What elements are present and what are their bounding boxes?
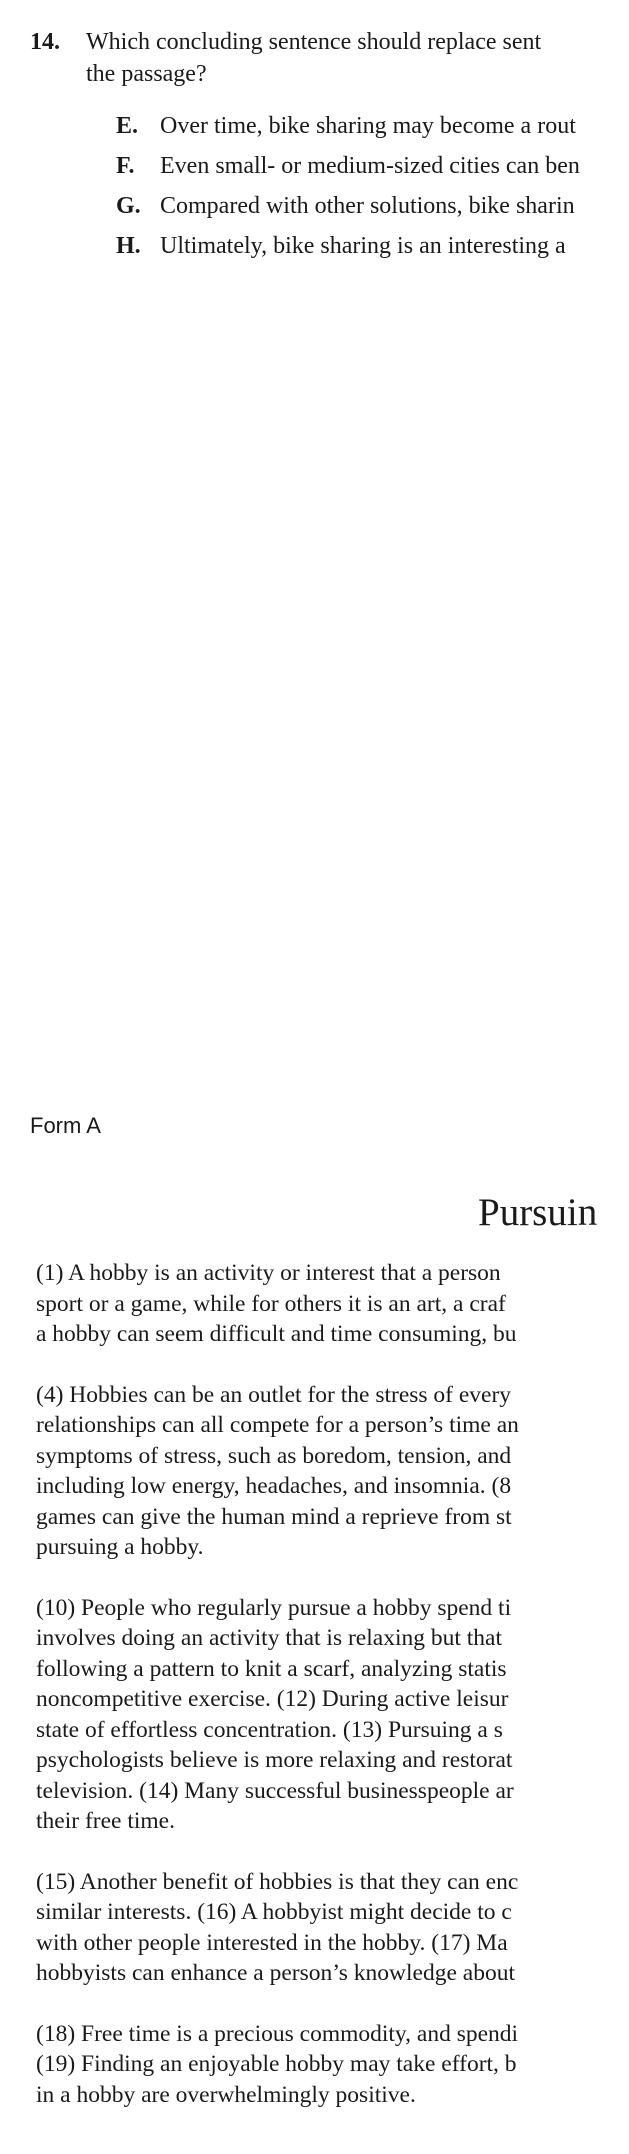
passage-line: a hobby can seem difficult and time cons…	[36, 1321, 517, 1347]
form-label: Form A	[30, 1113, 101, 1138]
passage-line: symptoms of stress, such as boredom, ten…	[36, 1442, 512, 1469]
option-text: Compared with other solutions, bike shar…	[160, 193, 575, 219]
option-letter: E.	[116, 113, 139, 139]
passage-line: noncompetitive exercise. (12) During act…	[36, 1686, 509, 1712]
paragraph-4: (15) Another benefit of hobbies is that …	[36, 1867, 629, 1989]
passage-line: (18) Free time is a precious commodity, …	[36, 2020, 519, 2047]
passage-line: their free time.	[36, 1808, 175, 1834]
passage-line: following a pattern to knit a scarf, ana…	[36, 1655, 507, 1682]
passage-line: games can give the human mind a reprieve…	[36, 1503, 512, 1530]
passage-line: state of effortless concentration. (13) …	[36, 1716, 503, 1743]
passage-line: relationships can all compete for a pers…	[36, 1412, 519, 1438]
passage-line: (1) A hobby is an activity or interest t…	[36, 1260, 501, 1286]
passage-line: psychologists believe is more relaxing a…	[36, 1747, 513, 1773]
passage-line: (19) Finding an enjoyable hobby may take…	[36, 2051, 517, 2077]
option-text: Even small- or medium-sized cities can b…	[160, 153, 580, 179]
passage-line: in a hobby are overwhelmingly positive.	[36, 2081, 416, 2108]
option-letter: G.	[116, 193, 141, 219]
option-letter: F.	[116, 153, 135, 179]
paragraph-3: (10) People who regularly pursue a hobby…	[36, 1593, 629, 1837]
question-stem: Which concluding sentence should replace…	[86, 26, 541, 90]
passage-line: (4) Hobbies can be an outlet for the str…	[36, 1381, 512, 1408]
option-letter: H.	[116, 233, 141, 259]
passage-line: involves doing an activity that is relax…	[36, 1625, 502, 1651]
question-number: 14.	[30, 29, 60, 55]
paragraph-2: (4) Hobbies can be an outlet for the str…	[36, 1380, 629, 1563]
passage-line: (15) Another benefit of hobbies is that …	[36, 1868, 519, 1895]
passage-line: (10) People who regularly pursue a hobby…	[36, 1594, 512, 1621]
passage-line: including low energy, headaches, and ins…	[36, 1473, 512, 1499]
passage-line: similar interests. (16) A hobbyist might…	[36, 1899, 512, 1925]
option-text: Ultimately, bike sharing is an interesti…	[160, 233, 566, 259]
paragraph-5: (18) Free time is a precious commodity, …	[36, 2019, 629, 2111]
question-stem-line: the passage?	[86, 61, 207, 87]
passage-line: television. (14) Many successful busines…	[36, 1777, 514, 1804]
passage-line: sport or a game, while for others it is …	[36, 1290, 506, 1317]
question-stem-line: Which concluding sentence should replace…	[86, 29, 542, 55]
paragraph-1: (1) A hobby is an activity or interest t…	[36, 1258, 629, 1350]
option-text: Over time, bike sharing may become a rou…	[160, 113, 576, 139]
passage-line: pursuing a hobby.	[36, 1534, 204, 1560]
passage-body: (1) A hobby is an activity or interest t…	[36, 1258, 629, 2140]
passage-title: Pursuin	[478, 1191, 598, 1234]
passage-line: hobbyists can enhance a person’s knowled…	[36, 1960, 516, 1986]
passage-line: with other people interested in the hobb…	[36, 1929, 508, 1956]
